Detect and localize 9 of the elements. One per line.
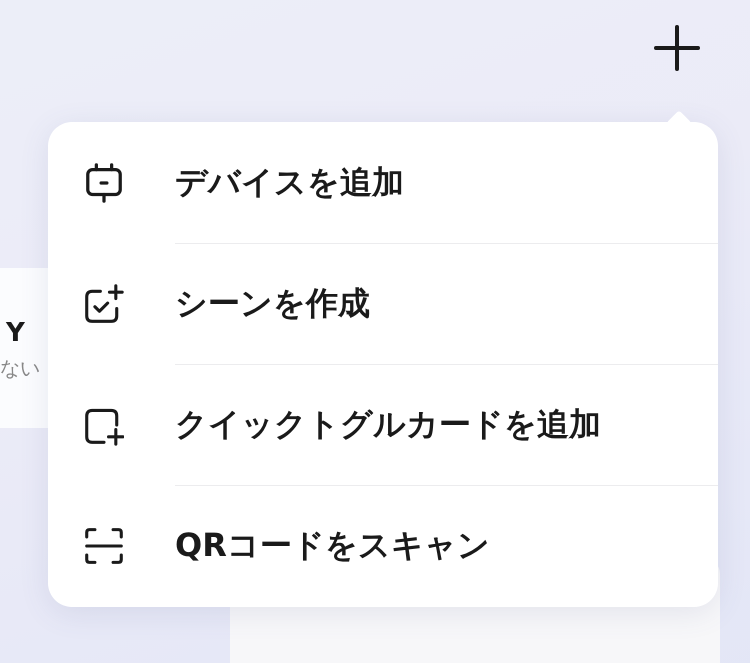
checkbox-plus-icon xyxy=(84,282,124,324)
add-icon[interactable] xyxy=(653,24,701,72)
device-icon xyxy=(84,162,124,204)
menu-item[interactable]: QRコードをスキャン xyxy=(48,485,718,606)
menu-item[interactable]: シーンを作成 xyxy=(48,243,718,364)
menu-item[interactable]: クイックトグルカードを追加 xyxy=(48,364,718,485)
card-subtitle: ない xyxy=(0,358,41,378)
card-title: Y xyxy=(6,320,26,346)
menu-item[interactable]: デバイスを追加 xyxy=(48,122,718,243)
